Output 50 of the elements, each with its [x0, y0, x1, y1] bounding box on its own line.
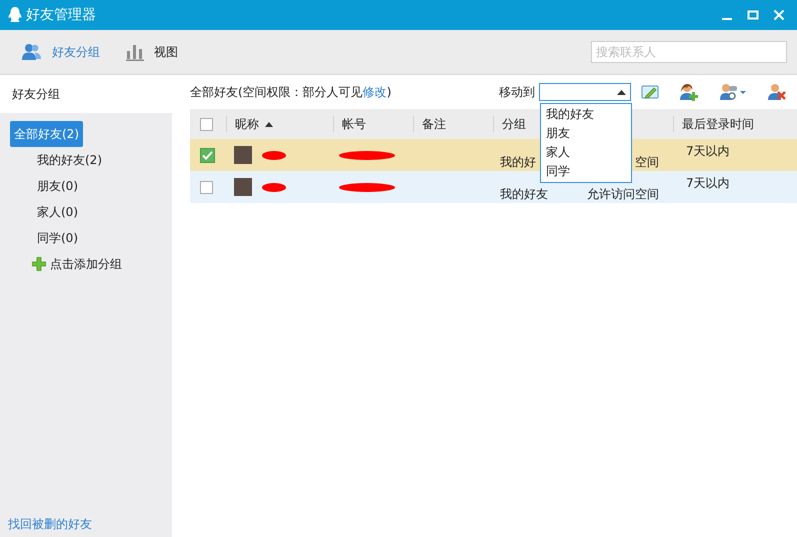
- add-group-button[interactable]: 点击添加分组: [10, 251, 172, 277]
- maximize-icon[interactable]: [747, 9, 759, 21]
- group-cell: 我的好: [500, 155, 536, 169]
- contact-settings-icon[interactable]: [719, 83, 747, 101]
- avatar-photo-placeholder: [234, 146, 252, 164]
- people-icon: [22, 43, 42, 61]
- last-login-cell: 7天以内: [686, 144, 730, 158]
- plus-icon: [32, 257, 46, 271]
- toolbar-tab[interactable]: 视图: [126, 43, 178, 61]
- window-title: 好友管理器: [26, 6, 97, 24]
- row-checkbox[interactable]: [200, 148, 215, 162]
- permission-summary: 全部好友(空间权限：部分人可见修改): [190, 84, 392, 100]
- toolbar-tab[interactable]: 好友分组: [22, 43, 100, 61]
- group-item[interactable]: 朋友(0): [10, 173, 82, 199]
- move-to-label: 移动到: [499, 84, 535, 100]
- redaction-mark: [262, 182, 286, 192]
- edit-link[interactable]: 修改: [362, 84, 387, 98]
- last-login-cell: 7天以内: [686, 176, 730, 190]
- group-item[interactable]: 我的好友(2): [10, 147, 106, 173]
- penguin-logo-icon: [8, 7, 22, 23]
- sidebar-title: 好友分组: [0, 75, 172, 113]
- redaction-mark: [262, 150, 286, 160]
- row-checkbox[interactable]: [200, 180, 213, 194]
- select-all-checkbox[interactable]: [200, 118, 213, 130]
- bar-chart-icon: [126, 43, 144, 61]
- caret-icon: [617, 90, 626, 94]
- add-contact-icon[interactable]: [679, 83, 699, 101]
- search-field[interactable]: 搜索联系人: [591, 41, 787, 63]
- redaction-mark: [339, 150, 395, 160]
- move-to-dropdown[interactable]: [539, 83, 631, 101]
- group-item[interactable]: 同学(0): [10, 225, 82, 251]
- close-icon[interactable]: [773, 9, 785, 21]
- column-header[interactable]: 帐号: [342, 116, 366, 132]
- avatar-photo-placeholder: [234, 178, 252, 196]
- column-header[interactable]: 最后登录时间: [682, 116, 754, 132]
- column-header[interactable]: 分组: [502, 116, 526, 132]
- redaction-mark: [339, 182, 395, 192]
- group-item[interactable]: 家人(0): [10, 199, 82, 225]
- dropdown-option[interactable]: 我的好友: [541, 105, 631, 124]
- group-cell: 我的好友: [500, 187, 548, 201]
- delete-contact-icon[interactable]: [767, 83, 787, 101]
- sort-ascending-icon[interactable]: [265, 122, 273, 126]
- column-header[interactable]: 备注: [422, 116, 446, 132]
- group-item[interactable]: 全部好友(2): [10, 121, 83, 147]
- recover-deleted-link[interactable]: 找回被删的好友: [0, 516, 100, 537]
- edit-card-icon[interactable]: [641, 84, 659, 100]
- column-header[interactable]: 昵称: [235, 116, 259, 132]
- space-access-cell: 空间: [635, 155, 659, 169]
- dropdown-option[interactable]: 家人: [541, 143, 631, 162]
- space-access-cell: 允许访问空间: [587, 187, 659, 201]
